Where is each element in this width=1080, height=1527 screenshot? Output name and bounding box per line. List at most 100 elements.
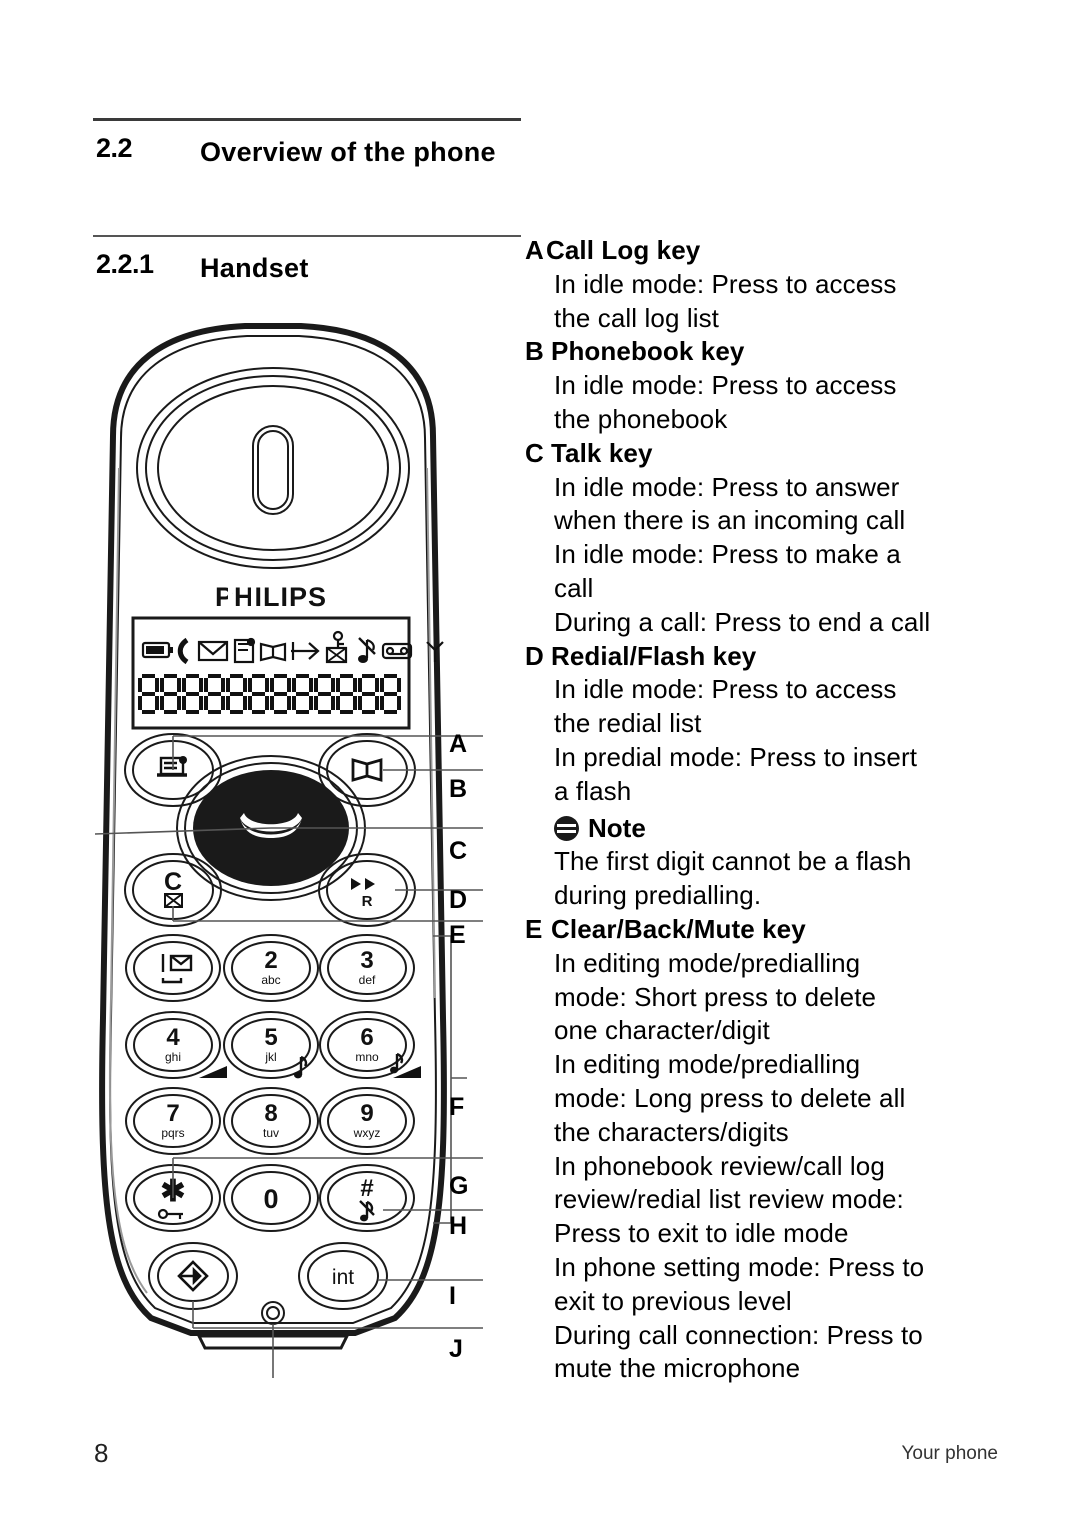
- svg-text:pqrs: pqrs: [161, 1126, 184, 1140]
- key-hash: #: [319, 1164, 415, 1232]
- section-rule-mid: [93, 235, 521, 237]
- svg-text:4: 4: [166, 1024, 180, 1051]
- answering-machine-icon: [381, 642, 413, 660]
- section-heading-handset: 2.2.1 Handset: [96, 249, 309, 287]
- keylock-icon: [157, 1208, 183, 1220]
- key-letter: B: [525, 336, 544, 367]
- earpiece-speaker: [136, 367, 410, 569]
- svg-text:int: int: [332, 1266, 354, 1289]
- svg-text:2: 2: [264, 947, 277, 974]
- lcd-segment-digits: [138, 674, 401, 714]
- page-number: 8: [94, 1438, 109, 1468]
- key-letter: C: [525, 437, 544, 468]
- callout-label-d: D: [449, 886, 468, 914]
- key-description-heading: A Call Log key: [525, 234, 1005, 268]
- key-description-line: the phonebook: [554, 403, 728, 434]
- key-description-entry: A Call Log key In idle mode: Press to acce…: [525, 234, 1005, 335]
- ringer-off-key-icon: [359, 1200, 375, 1222]
- alarm-off-icon: [325, 630, 348, 664]
- ringer-note-icon-2: [390, 1052, 404, 1074]
- key-description-line: In phone setting mode: Press to: [554, 1251, 925, 1282]
- key-title: Clear/Back/Mute key: [551, 913, 806, 944]
- voicemail-icon: [233, 637, 256, 664]
- svg-text:jkl: jkl: [264, 1050, 276, 1064]
- callout-label-j: J: [449, 1335, 463, 1363]
- note-icon: [554, 815, 579, 841]
- key-description-line: call: [554, 572, 594, 603]
- callout-label-f: F: [449, 1093, 465, 1121]
- section-heading-overview: 2.2 Overview of the phone: [96, 133, 500, 171]
- svg-text:#: #: [360, 1175, 373, 1202]
- key-description-line: mode: Long press to delete all: [554, 1082, 906, 1113]
- book-icon: [351, 758, 383, 782]
- svg-text:0: 0: [263, 1184, 278, 1214]
- battery-icon: [141, 641, 173, 659]
- key-7: 7 pqrs: [125, 1087, 221, 1155]
- svg-text:mno: mno: [355, 1050, 379, 1064]
- svg-text:C: C: [164, 868, 182, 896]
- key-0: 0: [223, 1164, 319, 1232]
- handset-illustration: .ol { fill:none; stroke:#1a1a1a; } .thin…: [95, 318, 485, 1393]
- footer-title: Your phone: [901, 1443, 998, 1464]
- menu-diamond-icon: [177, 1260, 209, 1292]
- envelope-icon: [197, 640, 229, 662]
- note-label: Note: [588, 812, 646, 843]
- callout-label-a: A: [449, 730, 468, 758]
- key-letter: E: [525, 913, 543, 944]
- key-description-line: review/redial list review mode:: [554, 1184, 904, 1215]
- key-title: Phonebook key: [551, 336, 745, 367]
- key-description-line: Press to exit to idle mode: [554, 1218, 849, 1249]
- microphone-hole: [261, 1301, 285, 1325]
- phonebook-icon: [259, 642, 287, 662]
- key-description-line: In predial mode: Press to insert: [554, 741, 918, 772]
- note-heading: Note: [554, 812, 1005, 846]
- key-letter: A: [525, 235, 544, 265]
- svg-text:7: 7: [166, 1100, 179, 1127]
- key-description-line: In idle mode: Press to access: [554, 370, 897, 401]
- key-letter: D: [525, 640, 544, 671]
- svg-text:abc: abc: [261, 973, 280, 987]
- key-description-heading: C Talk key: [525, 437, 1005, 471]
- key-description-line: During a call: Press to end a call: [554, 606, 931, 637]
- key-8: 8 tuv: [223, 1087, 319, 1155]
- call-log-icon: [157, 756, 187, 777]
- key-title: Redial/Flash key: [551, 640, 757, 671]
- key-9: 9 wxyz: [319, 1087, 415, 1155]
- svg-text:def: def: [359, 973, 376, 987]
- key-5: 5 jkl: [223, 1011, 319, 1079]
- key-4: 4 ghi: [125, 1011, 227, 1079]
- svg-text:6: 6: [360, 1024, 373, 1051]
- key-3: 3 def: [319, 934, 415, 1002]
- key-description-line: one character/digit: [554, 1015, 770, 1046]
- callout-label-e: E: [449, 921, 466, 949]
- subsection-number: 2.2.1: [96, 249, 154, 279]
- key-description-heading: B Phonebook key: [525, 335, 1005, 369]
- key-description-entry: B Phonebook key In idle mode: Press to acc…: [525, 335, 1005, 436]
- section-title: Overview of the phone: [200, 137, 496, 167]
- key-description-entry: C Talk key In idle mode: Press to answer wh…: [525, 437, 1005, 640]
- envelope-space-icon: [161, 954, 193, 984]
- ringer-off-icon: [358, 637, 376, 663]
- key-description-line: In phonebook review/call log: [554, 1150, 885, 1181]
- key-description-line: a flash: [554, 775, 632, 806]
- key-1: [125, 934, 221, 1002]
- subsection-title: Handset: [200, 253, 309, 283]
- section-rule-top: [93, 118, 521, 121]
- key-description-heading: D Redial/Flash key: [525, 640, 1005, 674]
- key-description-line: mode: Short press to delete: [554, 981, 877, 1012]
- svg-text:8: 8: [264, 1100, 277, 1127]
- svg-text:wxyz: wxyz: [353, 1126, 381, 1140]
- svg-text:R: R: [362, 893, 373, 910]
- key-description-line: during predialling.: [554, 880, 762, 911]
- svg-text:5: 5: [264, 1024, 277, 1051]
- key-description-line: the redial list: [554, 708, 702, 739]
- key-description-line: During call connection: Press to: [554, 1319, 923, 1350]
- philips-logo: PHILIPS: [215, 582, 326, 612]
- key-menu: [148, 1242, 238, 1310]
- key-description-line: the call log list: [554, 302, 719, 333]
- redial-r-icon: [351, 878, 375, 890]
- call-forward-icon: [291, 642, 320, 660]
- svg-text:3: 3: [360, 947, 373, 974]
- key-description-line: exit to previous level: [554, 1285, 792, 1316]
- volume-up-icon: [199, 1066, 227, 1078]
